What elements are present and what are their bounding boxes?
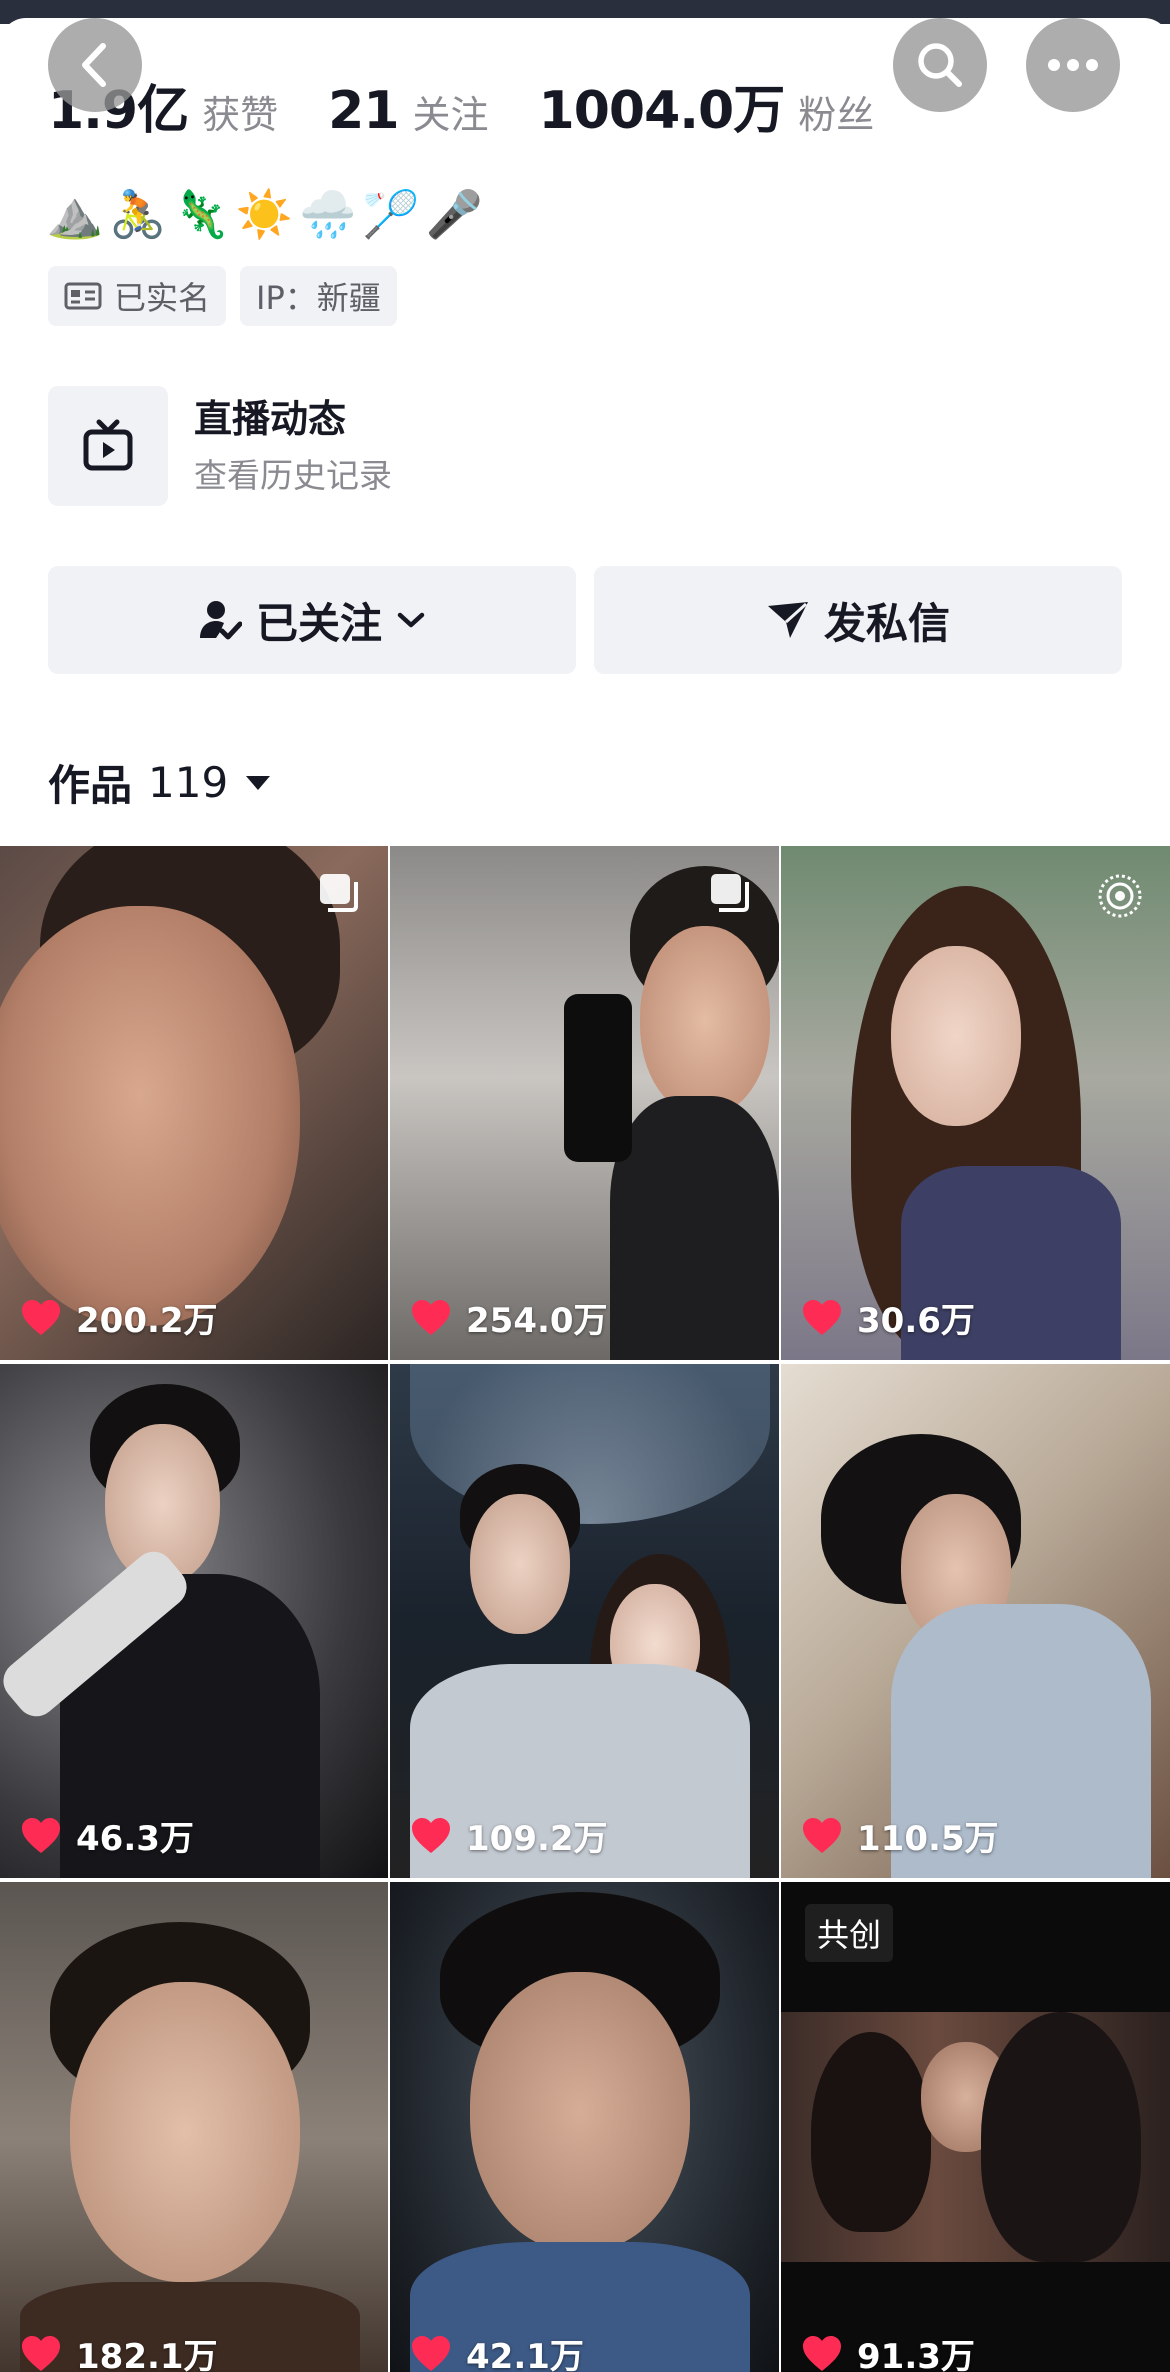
like-count-text: 91.3万 [857, 2337, 975, 2372]
back-button[interactable] [48, 18, 142, 112]
like-count-text: 30.6万 [857, 1301, 975, 1341]
bio-emoji: 🎤 [425, 187, 483, 241]
message-button-label: 发私信 [823, 598, 950, 648]
heart-icon [803, 1299, 841, 1335]
like-count-text: 200.2万 [76, 1301, 218, 1341]
more-dots-icon [1048, 59, 1098, 71]
works-tab[interactable]: 作品 119 [48, 752, 272, 813]
like-count: 91.3万 [801, 2329, 975, 2372]
heart-icon [412, 1817, 450, 1853]
bio-emojis: ⛰️ 🚴 🦎 ☀️ 🌧️ 🏸 🎤 [46, 184, 483, 244]
caret-down-icon [246, 775, 271, 790]
heart-icon [22, 2335, 60, 2371]
following-button[interactable]: 已关注 [48, 566, 576, 674]
like-count: 42.1万 [410, 2329, 584, 2372]
multi-image-icon [320, 874, 358, 912]
ip-tag: IP：新疆 [240, 266, 397, 326]
heart-icon [803, 1817, 841, 1853]
followers-label[interactable]: 粉丝 [798, 84, 874, 139]
bio-emoji: 🚴 [109, 187, 167, 241]
video-tile[interactable]: 46.3万 [0, 1364, 388, 1878]
like-count: 254.0万 [410, 1293, 608, 1342]
ip-label: IP：新疆 [256, 279, 381, 317]
video-tile[interactable]: 200.2万 [0, 846, 388, 1360]
profile-actions: 已关注 发私信 [48, 566, 1122, 674]
bio-emoji: ⛰️ [46, 187, 104, 241]
live-tv-icon-box [48, 386, 168, 506]
chevron-down-icon [397, 612, 425, 628]
like-count: 110.5万 [801, 1811, 999, 1860]
profile-stats: 1.9亿 获赞 21 关注 1004.0万 粉丝 [48, 68, 924, 143]
profile-tags: 已实名 IP：新疆 [48, 266, 397, 326]
verified-label: 已实名 [114, 279, 211, 317]
more-button[interactable] [1026, 18, 1120, 112]
following-count[interactable]: 21 [328, 81, 399, 141]
live-text: 直播动态 查看历史记录 [194, 396, 392, 496]
co-creation-badge: 共创 [805, 1904, 894, 1962]
live-photo-icon [1098, 874, 1142, 918]
send-icon [767, 602, 808, 638]
live-tv-icon [83, 419, 133, 471]
heart-icon [412, 1299, 450, 1335]
message-button[interactable]: 发私信 [594, 566, 1122, 674]
video-tile[interactable]: 共创 91.3万 [781, 1882, 1170, 2372]
like-count: 109.2万 [410, 1811, 608, 1860]
video-tile[interactable]: 110.5万 [781, 1364, 1170, 1878]
works-label: 作品 [48, 761, 133, 810]
heart-icon [22, 1817, 60, 1853]
video-tile[interactable]: 254.0万 [390, 846, 779, 1360]
like-count-text: 110.5万 [857, 1819, 999, 1859]
like-count: 46.3万 [20, 1811, 194, 1860]
like-count-text: 46.3万 [76, 1819, 194, 1859]
live-subtitle: 查看历史记录 [194, 456, 392, 495]
bio-emoji: 🦎 [172, 187, 230, 241]
bio-emoji: 🏸 [362, 187, 420, 241]
search-button[interactable] [893, 18, 987, 112]
heart-icon [412, 2335, 450, 2371]
like-count-text: 42.1万 [466, 2337, 584, 2372]
chevron-left-icon [82, 43, 106, 87]
like-count-text: 254.0万 [466, 1301, 608, 1341]
works-count: 119 [148, 758, 229, 807]
followers-count[interactable]: 1004.0万 [539, 68, 786, 143]
video-grid: 200.2万 254.0万 30.6万 46.3万 109.2万 110.5万 … [0, 846, 1170, 2372]
phone-in-hand [564, 994, 632, 1162]
id-card-icon [64, 282, 102, 310]
heart-icon [803, 2335, 841, 2371]
following-label[interactable]: 关注 [413, 84, 489, 139]
following-button-label: 已关注 [255, 598, 382, 648]
video-tile[interactable]: 109.2万 [390, 1364, 779, 1878]
bio-emoji: ☀️ [235, 187, 294, 241]
bio-emoji: 🌧️ [299, 187, 357, 241]
user-check-icon [199, 601, 242, 640]
video-tile[interactable]: 42.1万 [390, 1882, 779, 2372]
like-count-text: 182.1万 [76, 2337, 218, 2372]
live-title: 直播动态 [194, 397, 347, 441]
multi-image-icon [711, 874, 749, 912]
search-icon [918, 43, 962, 87]
heart-icon [22, 1299, 60, 1335]
profile-sheet: 1.9亿 获赞 21 关注 1004.0万 粉丝 ⛰️ 🚴 🦎 ☀️ 🌧️ 🏸 … [0, 18, 1170, 2372]
like-count: 182.1万 [20, 2329, 218, 2372]
video-tile[interactable]: 182.1万 [0, 1882, 388, 2372]
like-count-text: 109.2万 [466, 1819, 608, 1859]
live-history-entry[interactable]: 直播动态 查看历史记录 [48, 386, 392, 506]
likes-label: 获赞 [202, 93, 279, 137]
like-count: 200.2万 [20, 1293, 218, 1342]
verified-tag: 已实名 [48, 266, 227, 326]
video-tile[interactable]: 30.6万 [781, 846, 1170, 1360]
like-count: 30.6万 [801, 1293, 975, 1342]
